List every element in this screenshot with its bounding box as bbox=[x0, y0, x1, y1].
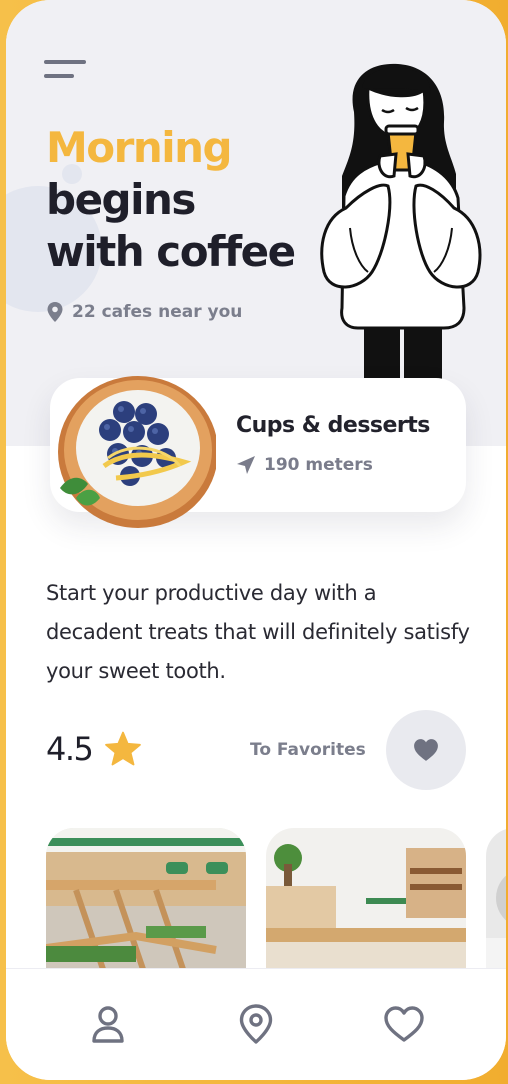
tab-profile[interactable] bbox=[83, 999, 133, 1049]
menu-line bbox=[44, 60, 86, 64]
rating-value: 4.5 bbox=[46, 730, 94, 768]
heart-outline-icon bbox=[384, 1006, 424, 1042]
cafe-interior-image bbox=[46, 828, 246, 978]
cafe-photo[interactable] bbox=[46, 828, 246, 978]
user-icon bbox=[92, 1006, 124, 1043]
menu-line bbox=[44, 74, 74, 78]
to-favorites-link[interactable]: To Favorites bbox=[250, 740, 366, 760]
cafe-interior-image bbox=[266, 828, 466, 978]
tab-favorites[interactable] bbox=[379, 999, 429, 1049]
star-icon bbox=[105, 731, 142, 766]
distance-label: 190 meters bbox=[264, 455, 373, 475]
girl-with-coffee-illustration bbox=[320, 63, 482, 380]
featured-cafe-name: Cups & desserts bbox=[236, 413, 430, 438]
blueberry-tart-image bbox=[58, 376, 216, 528]
cafe-interior-image bbox=[486, 828, 506, 978]
location-pin-icon bbox=[47, 302, 63, 322]
hero-title-accent: Morning bbox=[46, 123, 233, 172]
phone-screen: Morning begins with coffee 22 cafes near… bbox=[6, 0, 506, 1080]
rating: 4.5 bbox=[46, 730, 142, 768]
cafe-description: Start your productive day with a decaden… bbox=[46, 581, 470, 683]
navigation-arrow-icon bbox=[237, 456, 255, 474]
hero-title-line: begins bbox=[46, 175, 196, 224]
nearby-cafes-label: 22 cafes near you bbox=[72, 302, 243, 322]
cafe-photo[interactable] bbox=[486, 828, 506, 978]
featured-cafe-distance: 190 meters bbox=[236, 455, 373, 475]
map-pin-icon bbox=[239, 1004, 273, 1044]
bottom-tab-bar bbox=[6, 968, 506, 1080]
cafe-photo[interactable] bbox=[266, 828, 466, 978]
hero-title: Morning begins with coffee bbox=[46, 122, 296, 278]
hero-title-line: with coffee bbox=[46, 227, 296, 276]
favorite-button[interactable] bbox=[386, 710, 466, 790]
menu-icon[interactable] bbox=[44, 60, 88, 82]
nearby-cafes: 22 cafes near you bbox=[46, 301, 242, 323]
cafe-photos bbox=[46, 828, 506, 978]
heart-icon bbox=[414, 739, 438, 761]
tab-map[interactable] bbox=[231, 999, 281, 1049]
